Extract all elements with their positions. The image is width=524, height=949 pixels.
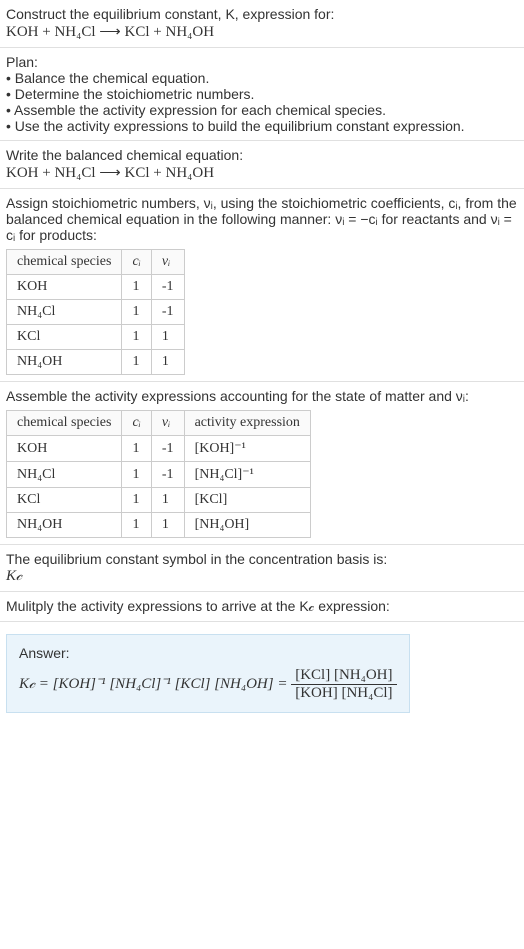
stoich-intro: Assign stoichiometric numbers, νᵢ, using… <box>6 195 518 243</box>
cell-ci: 1 <box>122 436 151 462</box>
fraction-numerator: [KCl] [NH₄OH] <box>291 667 396 685</box>
cell-vi: -1 <box>151 300 184 325</box>
cell-species: NH₄OH <box>7 513 122 538</box>
answer-box: Answer: K𝒸 = [KOH]⁻¹ [NH₄Cl]⁻¹ [KCl] [NH… <box>6 634 410 713</box>
answer-section: Answer: K𝒸 = [KOH]⁻¹ [NH₄Cl]⁻¹ [KCl] [NH… <box>0 622 524 725</box>
question-prompt: Construct the equilibrium constant, K, e… <box>6 6 518 22</box>
cell-species: NH₄Cl <box>7 300 122 325</box>
cell-expr: [KCl] <box>184 488 310 513</box>
col-vi: νᵢ <box>151 411 184 436</box>
symbol-section: The equilibrium constant symbol in the c… <box>0 545 524 592</box>
cell-expr: [KOH]⁻¹ <box>184 436 310 462</box>
cell-vi: -1 <box>151 462 184 488</box>
col-vi: νᵢ <box>151 250 184 275</box>
table-header-row: chemical species cᵢ νᵢ <box>7 250 185 275</box>
multiply-text: Mulitply the activity expressions to arr… <box>6 598 390 614</box>
cell-species: KOH <box>7 436 122 462</box>
cell-ci: 1 <box>122 462 151 488</box>
answer-label: Answer: <box>19 645 397 661</box>
answer-fraction: [KCl] [NH₄OH] [KOH] [NH₄Cl] <box>291 667 396 702</box>
cell-vi: 1 <box>151 325 184 350</box>
col-ci: cᵢ <box>122 250 151 275</box>
plan-item: • Use the activity expressions to build … <box>6 118 518 134</box>
cell-ci: 1 <box>122 488 151 513</box>
stoich-section: Assign stoichiometric numbers, νᵢ, using… <box>0 189 524 382</box>
col-ci: cᵢ <box>122 411 151 436</box>
cell-vi: -1 <box>151 275 184 300</box>
balanced-equation: KOH + NH₄Cl ⟶ KCl + NH₄OH <box>6 163 518 182</box>
cell-ci: 1 <box>122 350 151 375</box>
cell-vi: 1 <box>151 513 184 538</box>
cell-species: NH₄Cl <box>7 462 122 488</box>
answer-lhs: K𝒸 = [KOH]⁻¹ [NH₄Cl]⁻¹ [KCl] [NH₄OH] = <box>19 676 291 692</box>
col-expr: activity expression <box>184 411 310 436</box>
cell-expr: [NH₄Cl]⁻¹ <box>184 462 310 488</box>
table-row: KCl 1 1 [KCl] <box>7 488 311 513</box>
table-row: KCl 1 1 <box>7 325 185 350</box>
fraction-denominator: [KOH] [NH₄Cl] <box>291 685 396 702</box>
cell-species: KCl <box>7 325 122 350</box>
question-equation: KOH + NH₄Cl ⟶ KCl + NH₄OH <box>6 22 518 41</box>
balanced-title: Write the balanced chemical equation: <box>6 147 518 163</box>
stoich-table: chemical species cᵢ νᵢ KOH 1 -1 NH₄Cl 1 … <box>6 249 185 375</box>
answer-expression: K𝒸 = [KOH]⁻¹ [NH₄Cl]⁻¹ [KCl] [NH₄OH] = [… <box>19 667 397 702</box>
cell-species: NH₄OH <box>7 350 122 375</box>
col-species: chemical species <box>7 411 122 436</box>
table-row: NH₄Cl 1 -1 [NH₄Cl]⁻¹ <box>7 462 311 488</box>
symbol-line1: The equilibrium constant symbol in the c… <box>6 551 518 567</box>
cell-vi: 1 <box>151 350 184 375</box>
plan-item: • Determine the stoichiometric numbers. <box>6 86 518 102</box>
activity-section: Assemble the activity expressions accoun… <box>0 382 524 545</box>
balanced-section: Write the balanced chemical equation: KO… <box>0 141 524 189</box>
plan-title: Plan: <box>6 54 518 70</box>
plan-section: Plan: • Balance the chemical equation. •… <box>0 48 524 141</box>
cell-ci: 1 <box>122 300 151 325</box>
question-section: Construct the equilibrium constant, K, e… <box>0 0 524 48</box>
table-header-row: chemical species cᵢ νᵢ activity expressi… <box>7 411 311 436</box>
multiply-section: Mulitply the activity expressions to arr… <box>0 592 524 622</box>
cell-species: KCl <box>7 488 122 513</box>
table-row: KOH 1 -1 <box>7 275 185 300</box>
table-row: NH₄OH 1 1 <box>7 350 185 375</box>
cell-ci: 1 <box>122 325 151 350</box>
plan-item: • Assemble the activity expression for e… <box>6 102 518 118</box>
cell-vi: -1 <box>151 436 184 462</box>
table-row: NH₄OH 1 1 [NH₄OH] <box>7 513 311 538</box>
col-species: chemical species <box>7 250 122 275</box>
plan-item: • Balance the chemical equation. <box>6 70 518 86</box>
activity-table: chemical species cᵢ νᵢ activity expressi… <box>6 410 311 538</box>
cell-ci: 1 <box>122 275 151 300</box>
table-row: NH₄Cl 1 -1 <box>7 300 185 325</box>
prompt-text: Construct the equilibrium constant, K, e… <box>6 6 334 22</box>
cell-expr: [NH₄OH] <box>184 513 310 538</box>
cell-ci: 1 <box>122 513 151 538</box>
cell-species: KOH <box>7 275 122 300</box>
cell-vi: 1 <box>151 488 184 513</box>
table-row: KOH 1 -1 [KOH]⁻¹ <box>7 436 311 462</box>
activity-intro: Assemble the activity expressions accoun… <box>6 388 518 404</box>
symbol-kc: K𝒸 <box>6 567 518 585</box>
